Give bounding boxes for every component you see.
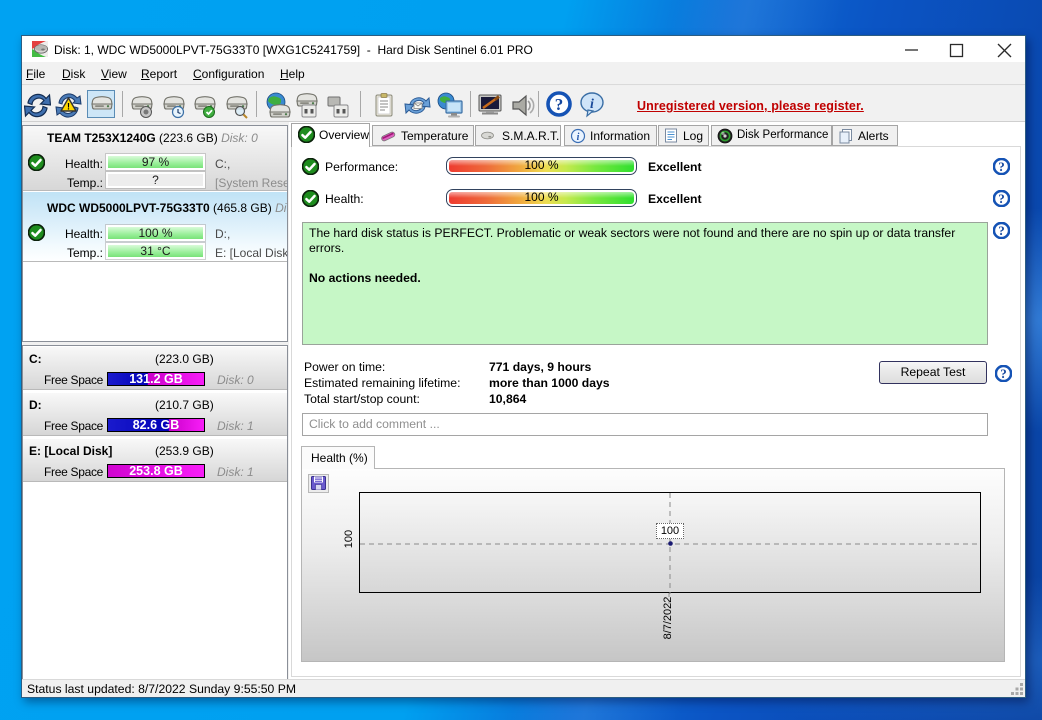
svg-text:i: i	[577, 132, 580, 143]
svg-text:?: ?	[555, 95, 564, 114]
svg-text:i: i	[590, 97, 594, 112]
svg-text:!: !	[67, 102, 70, 112]
